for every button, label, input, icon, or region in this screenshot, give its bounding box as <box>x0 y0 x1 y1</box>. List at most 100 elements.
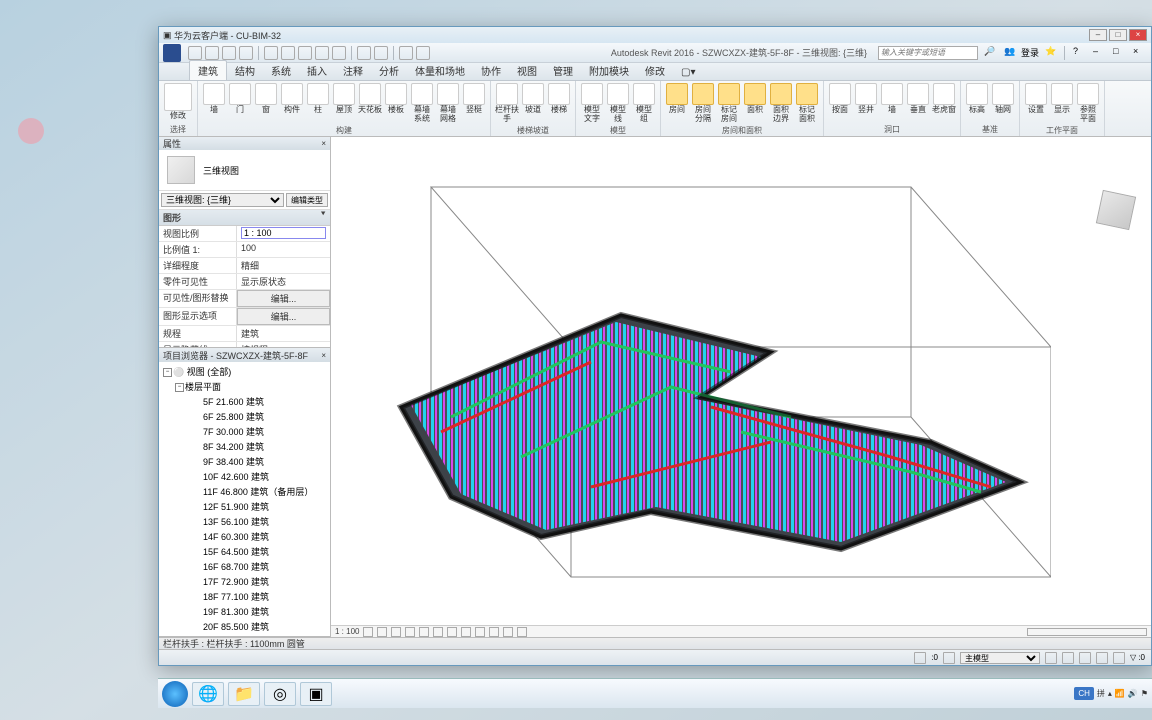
scale-input[interactable] <box>241 227 326 239</box>
qat-section-icon[interactable] <box>374 46 388 60</box>
ribbon-g-build-4[interactable]: 柱 <box>306 83 330 115</box>
ribbon-g-build-3[interactable]: 构件 <box>280 83 304 115</box>
qat-redo-icon[interactable] <box>239 46 253 60</box>
tab-collab[interactable]: 协作 <box>473 61 509 80</box>
ribbon-g-room-4[interactable]: 面积 边界 <box>769 83 793 124</box>
worksets-icon[interactable] <box>914 652 926 664</box>
qat-undo-icon[interactable] <box>222 46 236 60</box>
parts-vis[interactable]: 显示原状态 <box>237 274 330 289</box>
qat-open-icon[interactable] <box>188 46 202 60</box>
ribbon-g-room-5[interactable]: 标记 面积 <box>795 83 819 124</box>
tab-modify[interactable]: 修改 <box>637 61 673 80</box>
qat-measure-icon[interactable] <box>281 46 295 60</box>
tree-floor-8[interactable]: 13F 56.100 建筑 <box>185 514 328 529</box>
ribbon-g-stair-2[interactable]: 楼梯 <box>547 83 571 115</box>
login-button[interactable]: 登录 <box>1021 46 1039 59</box>
taskbar-ie[interactable]: 🌐 <box>192 682 224 706</box>
tray-net-icon[interactable]: 📶 <box>1115 689 1125 698</box>
ribbon-g-build-9[interactable]: 幕墙 网格 <box>436 83 460 124</box>
view-cube[interactable] <box>1091 185 1141 235</box>
shadows-icon[interactable] <box>405 627 415 637</box>
tree-floorplans[interactable]: 楼层平面 <box>173 379 328 394</box>
ribbon-g-room-1[interactable]: 房间 分隔 <box>691 83 715 124</box>
tree-floor-2[interactable]: 7F 30.000 建筑 <box>185 424 328 439</box>
graphic-display-button[interactable]: 编辑... <box>237 308 330 325</box>
tree-root[interactable]: ⚪ 视图 (全部) <box>161 364 328 379</box>
sunpath-icon[interactable] <box>391 627 401 637</box>
qat-print-icon[interactable] <box>264 46 278 60</box>
tree-floor-0[interactable]: 5F 21.600 建筑 <box>185 394 328 409</box>
render-icon[interactable] <box>419 627 429 637</box>
close-button[interactable]: × <box>1129 29 1147 41</box>
ribbon-g-room-2[interactable]: 标记 房间 <box>717 83 741 124</box>
ribbon-g-build-2[interactable]: 窗 <box>254 83 278 115</box>
taskbar-app1[interactable]: ◎ <box>264 682 296 706</box>
tab-manage[interactable]: 管理 <box>545 61 581 80</box>
tab-structure[interactable]: 结构 <box>227 61 263 80</box>
qat-save-icon[interactable] <box>205 46 219 60</box>
qat-close-icon[interactable] <box>416 46 430 60</box>
select-underlay-icon[interactable] <box>1062 652 1074 664</box>
ribbon-g-work-1[interactable]: 显示 <box>1050 83 1074 115</box>
ribbon-g-build-8[interactable]: 幕墙 系统 <box>410 83 434 124</box>
type-selector[interactable]: 三维视图: {三维} <box>161 193 284 207</box>
tree-floor-10[interactable]: 15F 64.500 建筑 <box>185 544 328 559</box>
tree-floor-6[interactable]: 11F 46.800 建筑（备用层） <box>185 484 328 499</box>
qat-thinlines-icon[interactable] <box>399 46 413 60</box>
ribbon-g-work-0[interactable]: 设置 <box>1024 83 1048 115</box>
ribbon-g-build-1[interactable]: 门 <box>228 83 252 115</box>
tab-architecture[interactable]: 建筑 <box>189 60 227 80</box>
main-model-select[interactable]: 主模型 <box>960 652 1040 664</box>
unhide-icon[interactable] <box>461 627 471 637</box>
tab-annotate[interactable]: 注释 <box>335 61 371 80</box>
ribbon-g-build-0[interactable]: 墙 <box>202 83 226 115</box>
group-graphic[interactable]: 图形⯆ <box>159 210 330 226</box>
lang-indicator[interactable]: CH <box>1074 687 1094 700</box>
close-inner-icon[interactable]: × <box>1133 46 1147 60</box>
tree-floor-9[interactable]: 14F 60.300 建筑 <box>185 529 328 544</box>
edit-type-button[interactable]: 编辑类型 <box>286 193 328 207</box>
tree-floor-3[interactable]: 8F 34.200 建筑 <box>185 439 328 454</box>
ribbon-g-stair-0[interactable]: 栏杆扶手 <box>495 83 519 124</box>
crop-vis-icon[interactable] <box>447 627 457 637</box>
favorites-icon[interactable]: ⭐ <box>1045 46 1059 60</box>
detail-level[interactable]: 精细 <box>237 258 330 273</box>
tree-floor-11[interactable]: 16F 68.700 建筑 <box>185 559 328 574</box>
view-scale[interactable]: 1 : 100 <box>335 627 359 636</box>
taskbar-explorer[interactable]: 📁 <box>228 682 260 706</box>
tray-sound-icon[interactable]: 🔊 <box>1128 689 1138 698</box>
vg-override-button[interactable]: 编辑... <box>237 290 330 307</box>
tree-floor-14[interactable]: 19F 81.300 建筑 <box>185 604 328 619</box>
qat-text-icon[interactable] <box>332 46 346 60</box>
ribbon-g-build-10[interactable]: 竖梃 <box>462 83 486 115</box>
ribbon-g-open-3[interactable]: 垂直 <box>906 83 930 115</box>
temp-hide-icon[interactable] <box>475 627 485 637</box>
app-menu-button[interactable] <box>163 44 181 62</box>
tray-flag-icon[interactable]: ⚑ <box>1141 689 1148 698</box>
tree-floor-7[interactable]: 12F 51.900 建筑 <box>185 499 328 514</box>
tree-floor-1[interactable]: 6F 25.800 建筑 <box>185 409 328 424</box>
analytical-icon[interactable] <box>489 627 499 637</box>
qat-3d-icon[interactable] <box>357 46 371 60</box>
tab-addins[interactable]: 附加模块 <box>581 61 637 80</box>
project-browser-tree[interactable]: ⚪ 视图 (全部) 楼层平面 5F 21.600 建筑6F 25.800 建筑7… <box>159 362 330 636</box>
ribbon-g-open-0[interactable]: 按面 <box>828 83 852 115</box>
tree-floor-15[interactable]: 20F 85.500 建筑 <box>185 619 328 634</box>
props-close-icon[interactable]: × <box>321 139 326 148</box>
crop-icon[interactable] <box>433 627 443 637</box>
tab-analyze[interactable]: 分析 <box>371 61 407 80</box>
tab-system[interactable]: 系统 <box>263 61 299 80</box>
ribbon-g-datum-1[interactable]: 轴网 <box>991 83 1015 115</box>
editable-icon[interactable] <box>943 652 955 664</box>
select-face-icon[interactable] <box>1096 652 1108 664</box>
ribbon-g-build-7[interactable]: 楼板 <box>384 83 408 115</box>
minimize-button[interactable]: – <box>1089 29 1107 41</box>
browser-close-icon[interactable]: × <box>321 351 326 360</box>
ribbon-g-model-2[interactable]: 模型 组 <box>632 83 656 124</box>
help-icon[interactable]: ? <box>1073 46 1087 60</box>
infocenter-icon[interactable]: 🔎 <box>984 46 998 60</box>
tab-extra-icon[interactable]: ▢▾ <box>673 65 703 80</box>
drag-icon[interactable] <box>1113 652 1125 664</box>
ribbon-g-datum-0[interactable]: 标高 <box>965 83 989 115</box>
ribbon-g-open-2[interactable]: 墙 <box>880 83 904 115</box>
